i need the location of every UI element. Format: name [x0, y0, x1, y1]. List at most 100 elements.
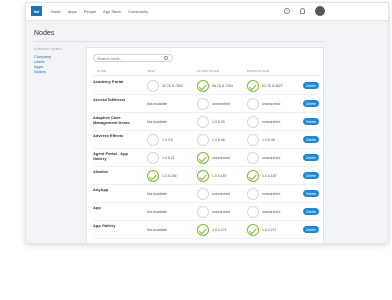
status-circle-icon	[197, 206, 209, 218]
search-icon[interactable]	[164, 56, 168, 60]
table-row: App Gallery Not available 1.0.0.271 1.0.0.2…	[93, 221, 319, 239]
status-circle-icon	[247, 152, 259, 164]
production-version-text: unsearched	[262, 210, 281, 214]
acceptance-version-text: unsearched	[212, 210, 231, 214]
node-name: Adaptive Case Management Demo	[93, 115, 130, 125]
production-version-text: 1.0.6.46	[262, 138, 275, 142]
sidebar-heading: COMPANY ADMIN	[34, 47, 62, 51]
acceptance-version-text: 1.0.6.20	[212, 120, 225, 124]
brand-logo[interactable]: itsl	[31, 6, 42, 16]
node-name: App Gallery	[93, 223, 116, 228]
table-row: Agent Portal - App Gallery 1.0.6.21 unsear…	[93, 149, 319, 167]
status-circle-icon	[147, 80, 159, 92]
help-icon[interactable]: ?	[284, 8, 290, 14]
acceptance-version-text: 1.0.6.46	[212, 138, 225, 142]
status-circle-icon	[247, 134, 259, 146]
production-version-text: 61.7K 8.4627	[262, 84, 283, 88]
status-circle-icon	[197, 134, 209, 146]
production-version-text: unsearched	[262, 192, 281, 196]
check-icon	[197, 170, 209, 182]
production-version-text: unsearched	[262, 102, 281, 106]
test-status-text: Not available	[147, 120, 168, 124]
nav-item-community[interactable]: Community	[128, 9, 148, 14]
table-row: Academy Portal 32.7K 8.7062 56.7K 8.7434 61…	[93, 77, 319, 95]
check-icon	[197, 152, 209, 164]
table-row: Adaptive Case Management Demo Not availab…	[93, 113, 319, 131]
test-status-text: Not available	[147, 210, 168, 214]
node-name: Adverse Effects	[93, 133, 124, 138]
acceptance-version-text: unsearched	[212, 192, 231, 196]
delete-button[interactable]: Delete	[303, 154, 319, 161]
table-row: AccessToMessrs Not available unsearched uns…	[93, 95, 319, 113]
top-bar: itsl Node Apps People App Store Communit…	[26, 3, 388, 21]
app-window: itsl Node Apps People App Store Communit…	[26, 3, 388, 243]
title-divider	[34, 41, 324, 42]
node-name: AccessToMessrs	[93, 97, 126, 102]
test-status-text: Not available	[147, 228, 168, 232]
status-circle-icon	[147, 152, 159, 164]
check-icon	[197, 80, 209, 92]
acceptance-version-text: 1.0.0.271	[212, 228, 227, 232]
acceptance-version-text: unsearched	[212, 156, 231, 160]
status-circle-icon	[197, 116, 209, 128]
nav-item-apps[interactable]: Apps	[68, 9, 77, 14]
table-row: Adverse Effects 1.0.0.8 1.0.6.46 1.0.6.46 De…	[93, 131, 319, 149]
status-circle-icon	[247, 206, 259, 218]
acceptance-version-text: unsearched	[212, 102, 231, 106]
column-header-test: TEST	[147, 69, 156, 73]
node-name: Alkaline	[93, 169, 109, 174]
header-divider	[93, 75, 319, 76]
delete-button[interactable]: Delete	[303, 118, 319, 125]
delete-button[interactable]: Delete	[303, 82, 319, 89]
delete-button[interactable]: Delete	[303, 208, 319, 215]
bell-icon[interactable]	[300, 8, 305, 14]
table-row: App Not available unsearched unsearched Dele…	[93, 203, 319, 221]
column-header-production: PRODUCTION	[247, 69, 270, 73]
column-header-acceptance: ACCEPTANCE	[197, 69, 220, 73]
node-name: App	[93, 205, 101, 210]
status-circle-icon	[247, 98, 259, 110]
search-input[interactable]	[93, 54, 173, 62]
delete-button[interactable]: Delete	[303, 172, 319, 179]
production-version-text: 1.0.0.187	[262, 174, 277, 178]
nav-item-app-store[interactable]: App Store	[103, 9, 121, 14]
status-circle-icon	[247, 188, 259, 200]
status-circle-icon	[147, 134, 159, 146]
check-icon	[247, 170, 259, 182]
status-circle-icon	[197, 188, 209, 200]
node-name: Academy Portal	[93, 79, 124, 84]
delete-button[interactable]: Delete	[303, 100, 319, 107]
delete-button[interactable]: Delete	[303, 226, 319, 233]
nav-item-people[interactable]: People	[84, 9, 96, 14]
test-version-text: 1.0.6.21	[162, 156, 175, 160]
test-version-text: 32.7K 8.7062	[162, 84, 183, 88]
nodes-panel: NODE TEST ACCEPTANCE PRODUCTION Academy …	[86, 47, 324, 243]
production-version-text: unsearched	[262, 156, 281, 160]
production-version-text: 1.0.0.271	[262, 228, 277, 232]
delete-button[interactable]: Delete	[303, 190, 319, 197]
test-status-text: Not available	[147, 192, 168, 196]
test-version-text: 1.0.0.8	[162, 138, 173, 142]
avatar[interactable]	[315, 6, 325, 16]
sidebar-item-nodes[interactable]: Nodes	[34, 69, 84, 74]
sidebar: COMPANY ADMIN Company Users Apps Nodes	[34, 47, 84, 74]
node-name: AnyApp	[93, 187, 109, 192]
status-circle-icon	[247, 116, 259, 128]
status-circle-icon	[197, 98, 209, 110]
table-row: Alkaline 1.0.0.206 1.0.0.187 1.0.0.187 Delet…	[93, 167, 319, 185]
acceptance-version-text: 1.0.0.187	[212, 174, 227, 178]
production-version-text: unsearched	[262, 120, 281, 124]
page-title: Nodes	[34, 30, 55, 37]
check-icon	[197, 224, 209, 236]
check-icon	[247, 80, 259, 92]
table-row: AnyApp Not available unsearched unsearched D…	[93, 185, 319, 203]
check-icon	[147, 170, 159, 182]
nav-item-node[interactable]: Node	[51, 9, 61, 14]
test-status-text: Not available	[147, 102, 168, 106]
test-version-text: 1.0.0.206	[162, 174, 177, 178]
main-nav: Node Apps People App Store Community	[51, 9, 148, 14]
delete-button[interactable]: Delete	[303, 136, 319, 143]
node-name: Agent Portal - App Gallery	[93, 151, 128, 161]
check-icon	[247, 224, 259, 236]
column-header-node: NODE	[97, 69, 107, 73]
